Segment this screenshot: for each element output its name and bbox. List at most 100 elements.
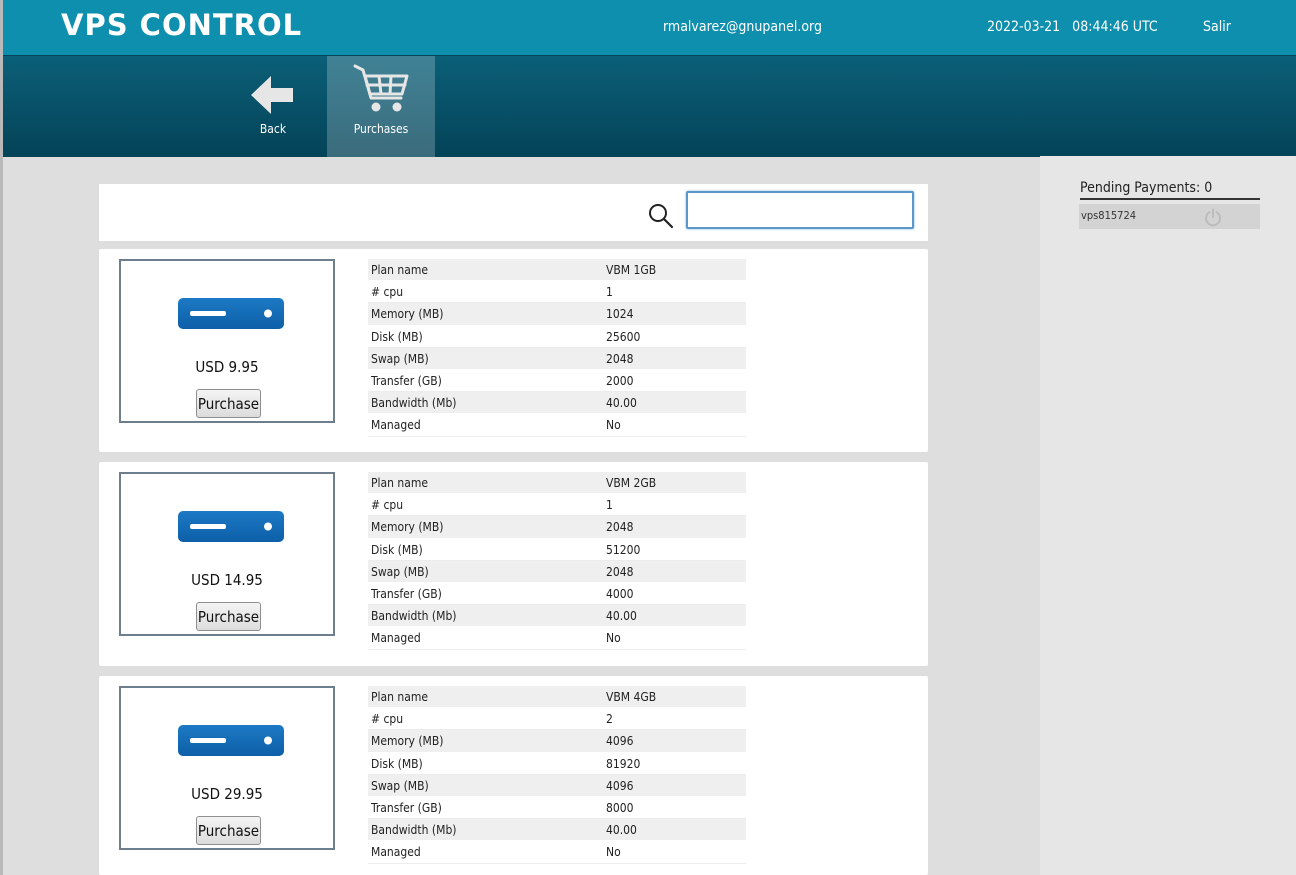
plan-price: USD 29.95 (191, 785, 263, 803)
brand-title: VPS CONTROL (61, 8, 303, 42)
plan-card: USD 14.95 Purchase Plan name VBM 2GB # cp… (99, 462, 928, 666)
server-icon (178, 511, 284, 542)
spec-label: Bandwidth (Mb) (371, 609, 457, 624)
spec-row: Bandwidth (Mb) 40.00 (368, 605, 746, 628)
search-icon[interactable] (648, 203, 674, 229)
plan-price: USD 14.95 (191, 571, 263, 589)
spec-label: Memory (MB) (371, 520, 444, 535)
spec-value: 4000 (606, 586, 634, 601)
spec-row: Bandwidth (Mb) 40.00 (368, 819, 746, 842)
spec-label: # cpu (371, 498, 404, 513)
purchase-button[interactable]: Purchase (196, 602, 261, 631)
spec-value: 4096 (606, 734, 634, 749)
spec-value: No (606, 845, 621, 860)
spec-row: Transfer (GB) 4000 (368, 582, 746, 606)
spec-label: Bandwidth (Mb) (371, 823, 457, 838)
plan-card: USD 29.95 Purchase Plan name VBM 4GB # cp… (99, 676, 928, 875)
spec-label: Swap (MB) (371, 351, 429, 366)
logout-link[interactable]: Salir (1203, 19, 1231, 35)
spec-value: VBM 1GB (606, 263, 657, 277)
spec-label: # cpu (371, 285, 404, 300)
spec-label: Managed (371, 631, 421, 646)
spec-row: Managed No (368, 414, 746, 437)
spec-row: Managed No (368, 841, 746, 864)
plan-price: USD 9.95 (195, 358, 259, 376)
shopping-cart-icon (353, 64, 409, 112)
plan-summary-box: USD 9.95 Purchase (119, 259, 335, 423)
spec-row: Memory (MB) 1024 (368, 303, 746, 326)
pending-payments-title: Pending Payments: 0 (1080, 180, 1260, 200)
search-panel (99, 184, 928, 241)
spec-value: 81920 (606, 756, 641, 771)
power-icon[interactable] (1203, 207, 1223, 227)
spec-label: Transfer (GB) (371, 800, 442, 815)
plan-spec-table: Plan name VBM 1GB # cpu 1 Memory (MB) 1024 … (368, 259, 746, 437)
purchase-button[interactable]: Purchase (196, 816, 261, 845)
spec-row: # cpu 2 (368, 708, 746, 731)
purchases-button[interactable]: Purchases (327, 56, 435, 157)
spec-row: Disk (MB) 81920 (368, 752, 746, 775)
purchase-button[interactable]: Purchase (196, 389, 261, 418)
spec-label: Swap (MB) (371, 778, 429, 793)
spec-value: VBM 4GB (606, 690, 657, 704)
spec-value: 2048 (606, 351, 634, 366)
spec-label: Disk (MB) (371, 329, 423, 344)
server-datetime: 2022-03-21 08:44:46 UTC (987, 19, 1158, 35)
spec-value: 40.00 (606, 396, 637, 411)
user-email: rmalvarez@gnupanel.org (663, 19, 822, 35)
spec-row: Memory (MB) 2048 (368, 516, 746, 539)
spec-value: 25600 (606, 329, 641, 344)
pending-payments-panel: Pending Payments: 0 vps815724 (1040, 156, 1296, 875)
spec-row: Swap (MB) 2048 (368, 347, 746, 370)
toolbar: Back Purchases (3, 55, 1296, 157)
spec-value: No (606, 418, 621, 433)
spec-label: Transfer (GB) (371, 373, 442, 388)
spec-value: 2000 (606, 373, 634, 388)
spec-row: Transfer (GB) 8000 (368, 796, 746, 820)
spec-label: Plan name (371, 263, 429, 277)
spec-label: Plan name (371, 476, 429, 490)
pending-payment-item: vps815724 (1079, 204, 1260, 229)
spec-label: Memory (MB) (371, 734, 444, 749)
spec-row: Bandwidth (Mb) 40.00 (368, 392, 746, 415)
back-label: Back (259, 122, 287, 136)
spec-row: Managed No (368, 627, 746, 650)
spec-value: VBM 2GB (606, 476, 657, 490)
spec-label: Managed (371, 418, 421, 433)
pending-vps-id: vps815724 (1081, 209, 1137, 222)
spec-value: 1 (606, 285, 613, 300)
spec-row: Swap (MB) 4096 (368, 774, 746, 797)
spec-row: Transfer (GB) 2000 (368, 369, 746, 393)
search-input[interactable] (686, 191, 914, 229)
spec-value: 8000 (606, 800, 634, 815)
spec-value: 4096 (606, 778, 634, 793)
plan-spec-table: Plan name VBM 2GB # cpu 1 Memory (MB) 2048 … (368, 472, 746, 650)
spec-value: 2 (606, 712, 613, 727)
spec-value: 51200 (606, 542, 641, 557)
purchases-label: Purchases (353, 122, 409, 136)
plan-spec-table: Plan name VBM 4GB # cpu 2 Memory (MB) 4096 … (368, 686, 746, 864)
spec-value: 2048 (606, 520, 634, 535)
plan-summary-box: USD 29.95 Purchase (119, 686, 335, 850)
spec-label: Transfer (GB) (371, 586, 442, 601)
back-arrow-icon (251, 76, 293, 114)
spec-value: 40.00 (606, 823, 637, 838)
spec-row: # cpu 1 (368, 281, 746, 304)
spec-value: 2048 (606, 564, 634, 579)
spec-value: No (606, 631, 621, 646)
spec-value: 40.00 (606, 609, 637, 624)
back-button[interactable]: Back (219, 56, 327, 157)
top-bar: VPS CONTROL rmalvarez@gnupanel.org 2022-… (3, 0, 1296, 55)
plan-card: USD 9.95 Purchase Plan name VBM 1GB # cpu… (99, 249, 928, 452)
spec-label: # cpu (371, 712, 404, 727)
server-icon (178, 725, 284, 756)
spec-row: Disk (MB) 51200 (368, 538, 746, 561)
spec-row: Memory (MB) 4096 (368, 730, 746, 753)
spec-label: Memory (MB) (371, 307, 444, 322)
spec-row: Swap (MB) 2048 (368, 560, 746, 583)
spec-label: Managed (371, 845, 421, 860)
spec-row: Plan name VBM 1GB (368, 259, 746, 282)
spec-value: 1 (606, 498, 613, 513)
spec-row: Plan name VBM 4GB (368, 686, 746, 709)
spec-label: Bandwidth (Mb) (371, 396, 457, 411)
